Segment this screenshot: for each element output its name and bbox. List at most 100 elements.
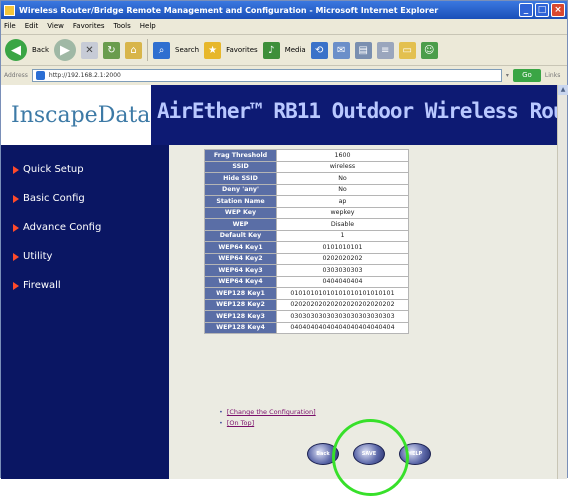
media-label[interactable]: Media	[285, 46, 306, 54]
maximize-button[interactable]: □	[535, 3, 549, 17]
row-label: WEP	[204, 218, 277, 231]
mail-icon[interactable]: ✉	[332, 41, 350, 59]
back-button[interactable]: Back	[307, 443, 339, 465]
toolbar-separator	[147, 39, 148, 61]
forward-arrow-icon[interactable]: ▶	[54, 39, 76, 61]
row-value: Disable	[276, 218, 409, 231]
table-row: Default Key 1	[204, 229, 409, 242]
row-value: 04040404040404040404040404	[276, 321, 409, 334]
help-button[interactable]: HELP	[399, 443, 431, 465]
stop-icon[interactable]: ✕	[81, 41, 98, 59]
favorites-star-icon[interactable]: ★	[204, 41, 222, 59]
row-value: 0101010101	[276, 241, 409, 254]
browser-window: Wireless Router/Bridge Remote Management…	[0, 0, 568, 479]
table-row: Station Name ap	[204, 195, 409, 208]
back-label[interactable]: Back	[32, 46, 49, 54]
row-label: WEP64 Key1	[204, 241, 277, 254]
sidebar-item-label[interactable]: Advance Config	[23, 222, 101, 233]
triangle-right-icon	[13, 223, 19, 232]
favorites-label[interactable]: Favorites	[226, 46, 258, 54]
table-row: WEP Disable	[204, 218, 409, 231]
bullet-icon: •	[219, 419, 223, 427]
messenger-icon[interactable]: ☺	[420, 41, 438, 59]
history-icon[interactable]: ⟲	[310, 41, 328, 59]
menu-file[interactable]: File	[4, 22, 16, 30]
title-bar: Wireless Router/Bridge Remote Management…	[1, 1, 567, 19]
page-icon	[35, 70, 45, 80]
folder-icon[interactable]: ▭	[398, 41, 416, 59]
table-row: WEP128 Key4 04040404040404040404040404	[204, 321, 409, 334]
address-url[interactable]: http://192.168.2.1:2000	[49, 72, 121, 79]
go-button[interactable]: Go	[512, 68, 541, 82]
table-row: WEP64 Key1 0101010101	[204, 241, 409, 254]
row-label: WEP128 Key4	[204, 321, 277, 334]
sidebar-item-quick-setup[interactable]: Quick Setup	[1, 155, 169, 184]
sidebar-item-utility[interactable]: Utility	[1, 242, 169, 271]
close-button[interactable]: ×	[551, 3, 565, 17]
link-row: • [Change the Configuration]	[219, 407, 316, 418]
sidebar-item-basic-config[interactable]: Basic Config	[1, 184, 169, 213]
menu-help[interactable]: Help	[140, 22, 156, 30]
refresh-icon[interactable]: ↻	[103, 41, 120, 59]
address-input[interactable]: http://192.168.2.1:2000	[31, 68, 502, 82]
on-top-link[interactable]: [On Top]	[227, 419, 254, 427]
table-row: WEP64 Key2 0202020202	[204, 252, 409, 265]
browser-toolbar: ◀ Back ▶ ✕ ↻ ⌂ ⌕ Search ★ Favorites ♪ Me…	[1, 34, 567, 66]
table-row: WEP128 Key3 03030303030303030303030303	[204, 310, 409, 323]
row-label: WEP64 Key2	[204, 252, 277, 265]
page-banner: Inscape Data AirEther™ RB11 Outdoor Wirel…	[1, 85, 557, 145]
minimize-button[interactable]: _	[519, 3, 533, 17]
menu-view[interactable]: View	[47, 22, 64, 30]
action-buttons: Back SAVE HELP	[307, 443, 431, 465]
row-value: 02020202020202020202020202	[276, 298, 409, 311]
row-value: No	[276, 183, 409, 196]
menu-tools[interactable]: Tools	[114, 22, 131, 30]
table-row: WEP64 Key4 0404040404	[204, 275, 409, 288]
row-label: SSID	[204, 160, 277, 173]
change-config-link[interactable]: [Change the Configuration]	[227, 408, 316, 416]
config-summary-table: Frag Threshold 1600 SSID wireless Hide SSID N…	[204, 149, 409, 334]
row-value: 0303030303	[276, 264, 409, 277]
row-label: WEP128 Key2	[204, 298, 277, 311]
save-button[interactable]: SAVE	[353, 443, 385, 465]
table-row: Deny 'any' No	[204, 183, 409, 196]
row-value: No	[276, 172, 409, 185]
vertical-scrollbar[interactable]: ▲	[557, 85, 568, 479]
menu-bar: File Edit View Favorites Tools Help	[1, 19, 567, 33]
row-value: 1	[276, 229, 409, 242]
row-value: 03030303030303030303030303	[276, 310, 409, 323]
row-label: WEP Key	[204, 206, 277, 219]
home-icon[interactable]: ⌂	[125, 41, 142, 59]
print-icon[interactable]: ▤	[354, 41, 372, 59]
row-value: 0202020202	[276, 252, 409, 265]
inscapedata-logo: Inscape Data	[1, 85, 151, 145]
edit-icon[interactable]: ≡	[376, 41, 394, 59]
row-label: Default Key	[204, 229, 277, 242]
table-row: WEP64 Key3 0303030303	[204, 264, 409, 277]
sidebar-item-label[interactable]: Utility	[23, 251, 52, 262]
back-arrow-icon[interactable]: ◀	[5, 39, 27, 61]
dropdown-arrow-icon[interactable]: ▾	[506, 72, 509, 79]
product-title: AirEther™ RB11 Outdoor Wireless Router/B…	[157, 99, 557, 123]
row-label: Deny 'any'	[204, 183, 277, 196]
menu-favorites[interactable]: Favorites	[73, 22, 105, 30]
sidebar-item-label[interactable]: Quick Setup	[23, 164, 84, 175]
table-row: Frag Threshold 1600	[204, 149, 409, 162]
search-icon[interactable]: ⌕	[153, 41, 170, 59]
table-row: SSID wireless	[204, 160, 409, 173]
sidebar-item-firewall[interactable]: Firewall	[1, 271, 169, 300]
link-row: • [On Top]	[219, 418, 316, 429]
address-label: Address	[4, 71, 28, 79]
links-label[interactable]: Links	[545, 72, 560, 79]
sidebar-item-advance-config[interactable]: Advance Config	[1, 213, 169, 242]
sidebar-item-label[interactable]: Basic Config	[23, 193, 85, 204]
sidebar-item-label[interactable]: Firewall	[23, 280, 61, 291]
search-label[interactable]: Search	[175, 46, 199, 54]
media-icon[interactable]: ♪	[262, 41, 280, 59]
row-value: 0404040404	[276, 275, 409, 288]
row-value: wireless	[276, 160, 409, 173]
window-title: Wireless Router/Bridge Remote Management…	[19, 5, 439, 15]
menu-edit[interactable]: Edit	[25, 22, 39, 30]
scroll-up-icon[interactable]: ▲	[558, 85, 568, 95]
triangle-right-icon	[13, 165, 19, 174]
